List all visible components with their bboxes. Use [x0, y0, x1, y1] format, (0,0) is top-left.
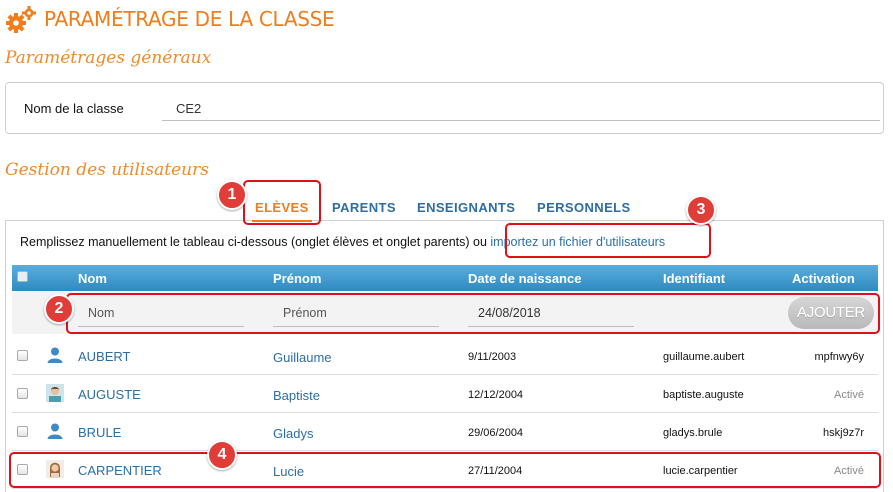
row-nom[interactable]: AUGUSTE	[78, 387, 141, 402]
table-row: AUBERT Guillaume 9/11/2003 guillaume.aub…	[12, 337, 878, 375]
row-nom[interactable]: AUBERT	[78, 349, 131, 364]
row-prenom[interactable]: Gladys	[273, 426, 313, 441]
tab-enseignants[interactable]: ENSEIGNANTS	[417, 200, 515, 215]
annotation-badge-2: 2	[44, 294, 74, 324]
annotation-badge-4: 4	[207, 440, 237, 470]
callout-box-3	[505, 223, 711, 258]
row-date: 12/12/2004	[468, 389, 524, 401]
table-row: BRULE Gladys 29/06/2004 gladys.brule hsk…	[12, 413, 878, 451]
tab-parents[interactable]: PARENTS	[332, 200, 396, 215]
gears-icon	[4, 4, 40, 34]
table-header: Nom Prénom Date de naissance Identifiant…	[12, 265, 878, 291]
row-prenom[interactable]: Guillaume	[273, 350, 332, 365]
column-header-activation[interactable]: Activation	[792, 271, 855, 286]
class-name-label: Nom de la classe	[24, 101, 124, 116]
row-identifiant: guillaume.aubert	[663, 351, 745, 363]
annotation-badge-3: 3	[686, 195, 716, 225]
column-header-date[interactable]: Date de naissance	[468, 271, 581, 286]
person-icon	[46, 422, 64, 440]
page-header: PARAMÉTRAGE DE LA CLASSE	[4, 4, 335, 34]
table-row: AUGUSTE Baptiste 12/12/2004 baptiste.aug…	[12, 375, 878, 413]
row-activation: hskj9z7r	[823, 427, 864, 439]
info-text-body: Remplissez manuellement le tableau ci-de…	[20, 235, 491, 249]
column-header-nom[interactable]: Nom	[78, 271, 107, 286]
annotation-badge-1: 1	[217, 180, 247, 210]
row-checkbox[interactable]	[17, 350, 28, 361]
row-checkbox[interactable]	[17, 388, 28, 399]
column-header-prenom[interactable]: Prénom	[273, 271, 321, 286]
person-icon	[46, 346, 64, 364]
class-name-input[interactable]: CE2	[162, 95, 880, 121]
callout-box-2	[66, 293, 880, 334]
tab-personnels[interactable]: PERSONNELS	[537, 200, 631, 215]
row-nom[interactable]: BRULE	[78, 425, 121, 440]
row-date: 9/11/2003	[468, 351, 517, 363]
select-all-checkbox[interactable]	[17, 271, 28, 282]
row-date: 29/06/2004	[468, 427, 524, 439]
page-title: PARAMÉTRAGE DE LA CLASSE	[44, 7, 335, 31]
callout-box-4	[9, 452, 881, 488]
callout-box-1	[243, 180, 321, 225]
column-header-identifiant[interactable]: Identifiant	[663, 271, 725, 286]
general-settings-card: Nom de la classe CE2	[5, 82, 884, 134]
row-prenom[interactable]: Baptiste	[273, 388, 320, 403]
row-activation: Activé	[834, 389, 864, 401]
row-identifiant: gladys.brule	[663, 427, 723, 439]
user-management-title: Gestion des utilisateurs	[5, 160, 209, 180]
row-identifiant: baptiste.auguste	[663, 389, 744, 401]
photo-avatar	[46, 384, 64, 402]
row-activation: mpfnwy6y	[814, 351, 864, 363]
row-checkbox[interactable]	[17, 426, 28, 437]
general-settings-title: Paramétrages généraux	[5, 48, 212, 68]
user-tabs: ELÈVES PARENTS ENSEIGNANTS PERSONNELS	[0, 190, 893, 222]
